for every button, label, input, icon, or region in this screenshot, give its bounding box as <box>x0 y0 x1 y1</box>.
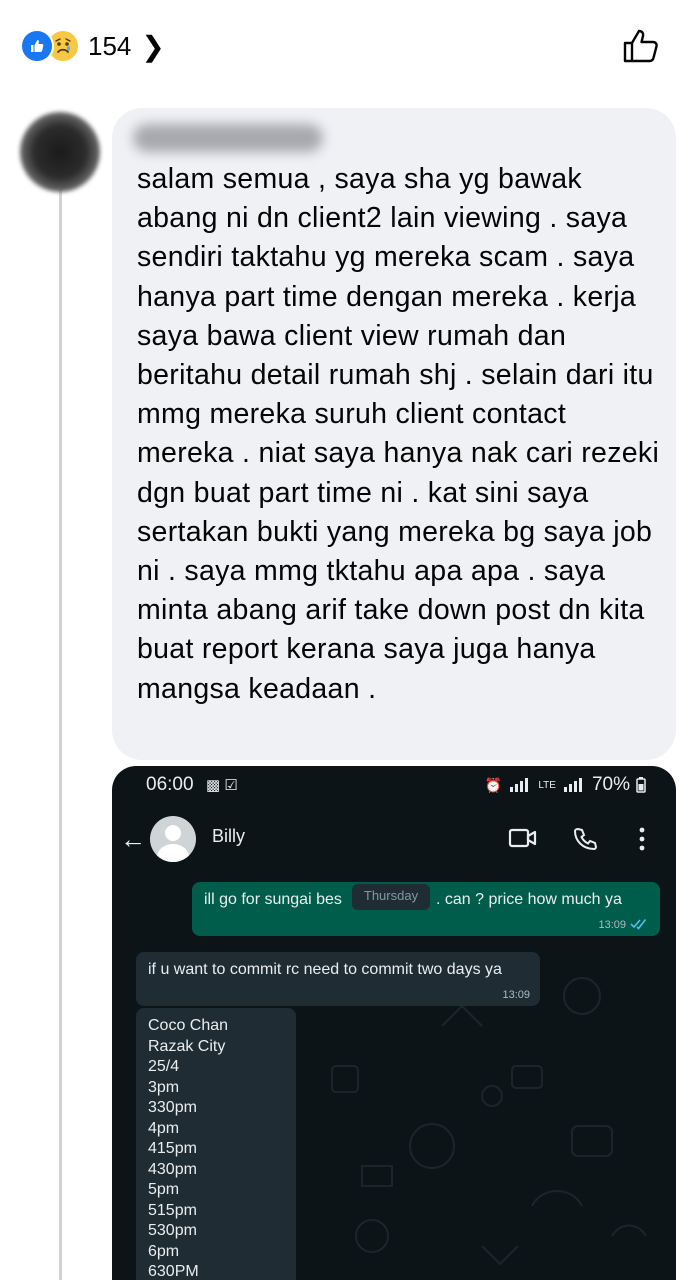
incoming-message-schedule[interactable]: Coco Chan Razak City 25/4 3pm 330pm 4pm … <box>136 1008 296 1280</box>
notification-icons: ▩ ☑ <box>206 777 238 794</box>
chat-header: ← Billy <box>112 810 676 868</box>
schedule-line: 6pm <box>148 1242 180 1260</box>
contact-avatar[interactable] <box>150 816 196 862</box>
schedule-line: 530pm <box>148 1222 197 1239</box>
schedule-line: Razak City <box>148 1037 226 1055</box>
status-time: 06:00 <box>146 774 194 795</box>
read-ticks-icon <box>630 919 647 930</box>
schedule-line: 25/4 <box>148 1058 180 1075</box>
battery-percent: 70% <box>591 774 630 795</box>
schedule-line: 630PM <box>148 1263 199 1280</box>
commenter-avatar[interactable] <box>20 112 100 192</box>
chevron-right-icon: ❯ <box>141 30 165 62</box>
comment-text: salam semua , saya sha yg bawak abang ni… <box>137 163 660 705</box>
schedule-list: Coco Chan Razak City 25/4 3pm 330pm 4pm … <box>148 1016 228 1280</box>
schedule-line: 330pm <box>148 1099 197 1116</box>
schedule-line: Coco Chan <box>148 1017 229 1034</box>
contact-name[interactable]: Billy <box>212 826 245 847</box>
incoming-message[interactable]: if u want to commit rc need to commit tw… <box>136 952 540 1006</box>
more-options-icon[interactable] <box>638 826 646 852</box>
like-reaction-icon <box>20 29 54 63</box>
attached-screenshot[interactable]: 06:00 ▩ ☑ ⏰ LTE 70% ← Billy ill go for s… <box>112 766 676 1280</box>
commenter-name[interactable] <box>133 124 323 152</box>
thumbs-up-icon <box>623 29 658 63</box>
schedule-line: 430pm <box>148 1160 197 1178</box>
reaction-count: 154 <box>88 30 132 61</box>
message-time: 13:09 <box>598 919 626 931</box>
reactions-summary[interactable]: 154 ❯ <box>20 28 165 64</box>
schedule-line: 5pm <box>148 1181 180 1198</box>
thread-line <box>59 170 62 1280</box>
reaction-bar: 154 ❯ <box>0 0 699 92</box>
battery-icon <box>636 777 646 793</box>
schedule-line: 515pm <box>148 1201 197 1219</box>
phone-status-bar: 06:00 ▩ ☑ ⏰ LTE 70% <box>112 766 676 804</box>
status-indicators: ⏰ LTE 70% <box>485 774 646 796</box>
signal-icon <box>510 778 529 792</box>
like-button[interactable] <box>619 24 663 68</box>
schedule-line: 3pm <box>148 1078 180 1096</box>
signal-icon-2 <box>563 778 582 792</box>
back-arrow-icon[interactable]: ← <box>120 824 146 855</box>
alarm-icon: ⏰ <box>484 776 503 793</box>
message-text: if u want to commit rc need to commit tw… <box>148 961 502 978</box>
message-text-part2: . can ? price how much ya <box>436 891 622 908</box>
schedule-line: 415pm <box>148 1140 197 1157</box>
date-chip: Thursday <box>352 884 430 910</box>
schedule-line: 4pm <box>148 1119 180 1137</box>
message-text-part1: ill go for sungai bes <box>204 891 342 908</box>
volte-icon: LTE <box>538 779 556 791</box>
video-call-icon[interactable] <box>508 826 538 850</box>
message-time: 13:09 <box>502 989 530 1001</box>
voice-call-icon[interactable] <box>572 826 598 852</box>
